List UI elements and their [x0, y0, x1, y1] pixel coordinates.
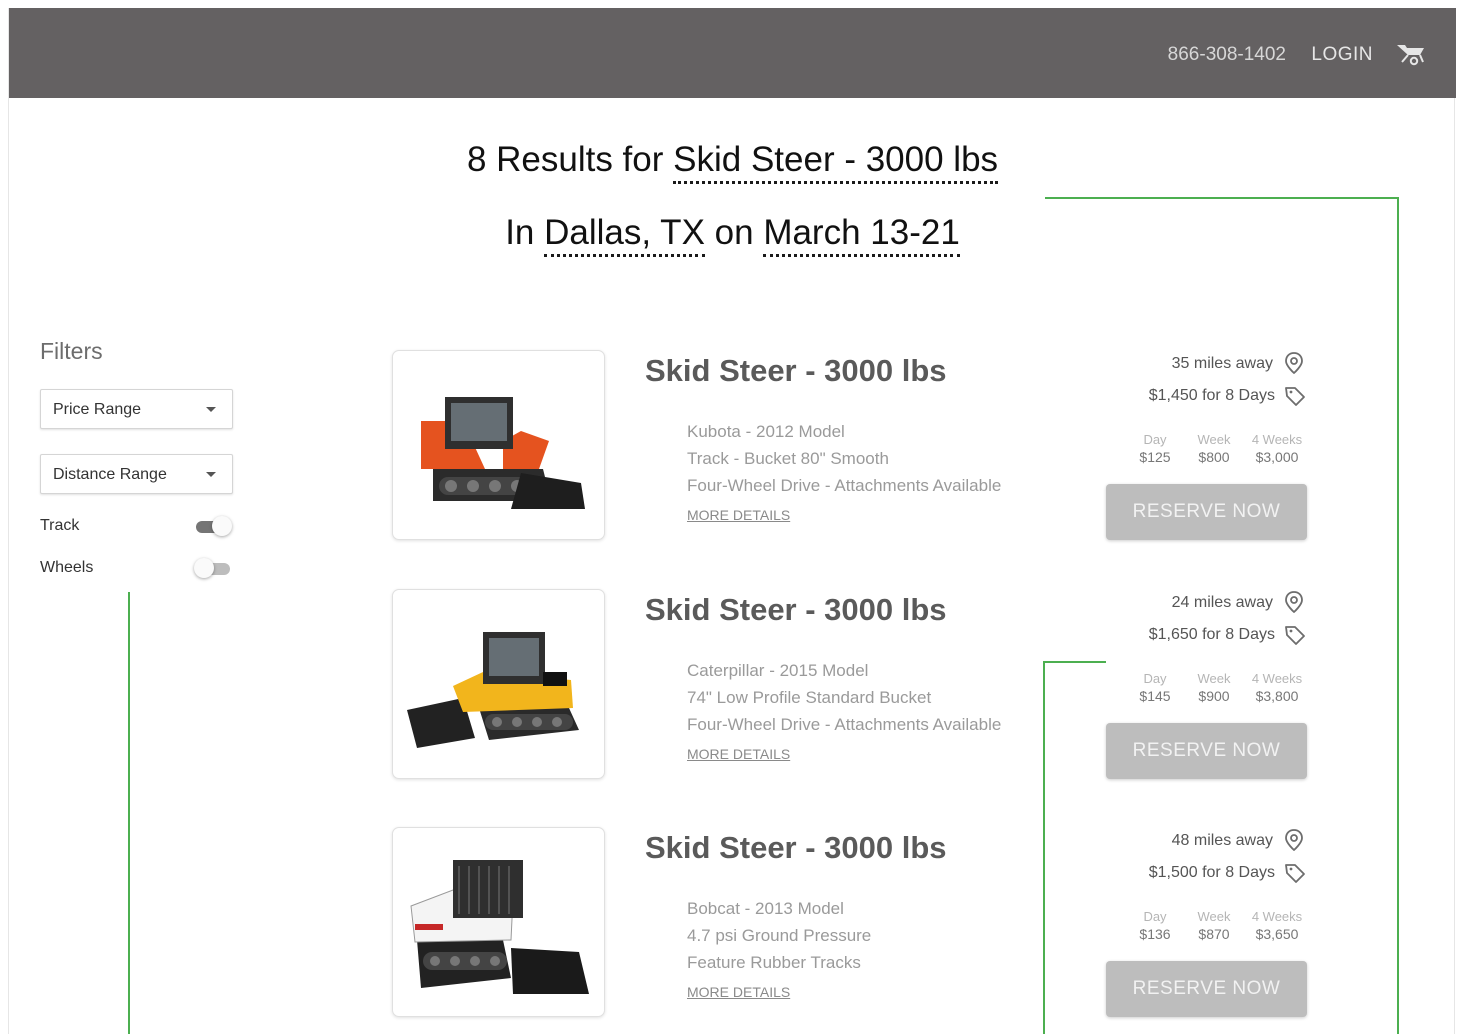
page: 866-308-1402 LOGIN 8 Results for Skid St… [8, 8, 1456, 1034]
rate-label: 4 Weeks [1251, 909, 1303, 924]
on-label: on [704, 213, 764, 252]
location-date-heading: In Dallas, TX on March 13-21 [9, 213, 1456, 257]
result-title[interactable]: Skid Steer - 3000 lbs [645, 353, 947, 389]
rate-day: Day $136 [1125, 909, 1185, 942]
rate-value: $136 [1139, 926, 1171, 942]
phone-number[interactable]: 866-308-1402 [1168, 44, 1286, 66]
equipment-photo[interactable] [392, 350, 605, 540]
equipment-photo[interactable] [392, 589, 605, 779]
results-count-text: 8 Results for [466, 140, 674, 179]
wheels-toggle[interactable] [194, 557, 232, 579]
top-navigation-bar: 866-308-1402 LOGIN [9, 8, 1456, 98]
location-selector[interactable]: Dallas, TX [544, 213, 705, 257]
rate-4-weeks: 4 Weeks $3,800 [1247, 671, 1307, 704]
skid-steer-image [410, 860, 589, 994]
rate-value: $800 [1198, 449, 1230, 465]
distance-text: 35 miles away [1171, 355, 1273, 372]
price-tag-icon [1285, 387, 1305, 406]
wheelbarrow-cart-icon[interactable] [1396, 42, 1426, 66]
rate-value: $3,650 [1255, 926, 1299, 942]
result-title[interactable]: Skid Steer - 3000 lbs [645, 592, 947, 628]
rate-label: Week [1197, 671, 1231, 686]
rate-label: Day [1143, 671, 1167, 686]
price-tag-icon [1285, 626, 1305, 645]
result-detail: Track - Bucket 80" Smooth [687, 449, 889, 468]
price-tag-icon [1285, 864, 1305, 883]
reserve-now-button[interactable]: RESERVE NOW [1106, 723, 1307, 779]
rate-value: $870 [1198, 926, 1230, 942]
rate-week: Week $900 [1184, 671, 1244, 704]
location-pin-icon [1285, 591, 1303, 613]
wheels-toggle-label: Wheels [40, 559, 94, 576]
result-card: Skid Steer - 3000 lbs Bobcat - 2013 Mode… [9, 827, 1456, 1027]
toggle-knob [194, 558, 214, 578]
result-detail: Four-Wheel Drive - Attachments Available [687, 715, 1002, 734]
rate-value: $3,000 [1255, 449, 1299, 465]
location-pin-icon [1285, 352, 1303, 374]
total-price-text: $1,500 for 8 Days [1148, 864, 1275, 881]
annotation-line-top [1045, 197, 1399, 199]
more-details-link[interactable]: MORE DETAILS [687, 984, 790, 1000]
rate-day: Day $145 [1125, 671, 1185, 704]
rate-day: Day $125 [1125, 432, 1185, 465]
rate-4-weeks: 4 Weeks $3,650 [1247, 909, 1307, 942]
rate-value: $3,800 [1255, 688, 1299, 704]
equipment-photo[interactable] [392, 827, 605, 1017]
skid-steer-image [407, 632, 579, 748]
result-detail: Caterpillar - 2015 Model [687, 661, 869, 680]
result-detail: Bobcat - 2013 Model [687, 899, 844, 918]
date-selector[interactable]: March 13-21 [763, 213, 960, 257]
rate-value: $145 [1139, 688, 1171, 704]
more-details-link[interactable]: MORE DETAILS [687, 507, 790, 523]
skid-steer-image [421, 397, 585, 509]
result-detail: 4.7 psi Ground Pressure [687, 926, 872, 945]
rate-value: $125 [1139, 449, 1171, 465]
rate-week: Week $870 [1184, 909, 1244, 942]
more-details-link[interactable]: MORE DETAILS [687, 746, 790, 762]
rate-label: Week [1197, 432, 1231, 447]
location-pin-icon [1285, 829, 1303, 851]
equipment-selector[interactable]: Skid Steer - 3000 lbs [673, 140, 999, 184]
rate-label: Day [1143, 432, 1167, 447]
rate-4-weeks: 4 Weeks $3,000 [1247, 432, 1307, 465]
total-price-text: $1,450 for 8 Days [1148, 387, 1275, 404]
result-title[interactable]: Skid Steer - 3000 lbs [645, 830, 947, 866]
rate-label: 4 Weeks [1251, 671, 1303, 686]
reserve-now-button[interactable]: RESERVE NOW [1106, 484, 1307, 540]
total-price-text: $1,650 for 8 Days [1148, 626, 1275, 643]
distance-text: 24 miles away [1171, 594, 1273, 611]
rate-label: Week [1197, 909, 1231, 924]
result-card: Skid Steer - 3000 lbs Kubota - 2012 Mode… [9, 350, 1456, 550]
result-detail: Kubota - 2012 Model [687, 422, 845, 441]
results-heading: 8 Results for Skid Steer - 3000 lbs [9, 140, 1456, 184]
in-label: In [505, 213, 545, 252]
result-detail: 74" Low Profile Standard Bucket [687, 688, 932, 707]
login-link[interactable]: LOGIN [1311, 44, 1373, 66]
result-detail: Feature Rubber Tracks [687, 953, 861, 972]
rate-label: Day [1143, 909, 1167, 924]
rate-label: 4 Weeks [1251, 432, 1303, 447]
result-card: Skid Steer - 3000 lbs Caterpillar - 2015… [9, 589, 1456, 789]
result-detail: Four-Wheel Drive - Attachments Available [687, 476, 1002, 495]
distance-text: 48 miles away [1171, 832, 1273, 849]
reserve-now-button[interactable]: RESERVE NOW [1106, 961, 1307, 1017]
rate-week: Week $800 [1184, 432, 1244, 465]
rate-value: $900 [1198, 688, 1230, 704]
